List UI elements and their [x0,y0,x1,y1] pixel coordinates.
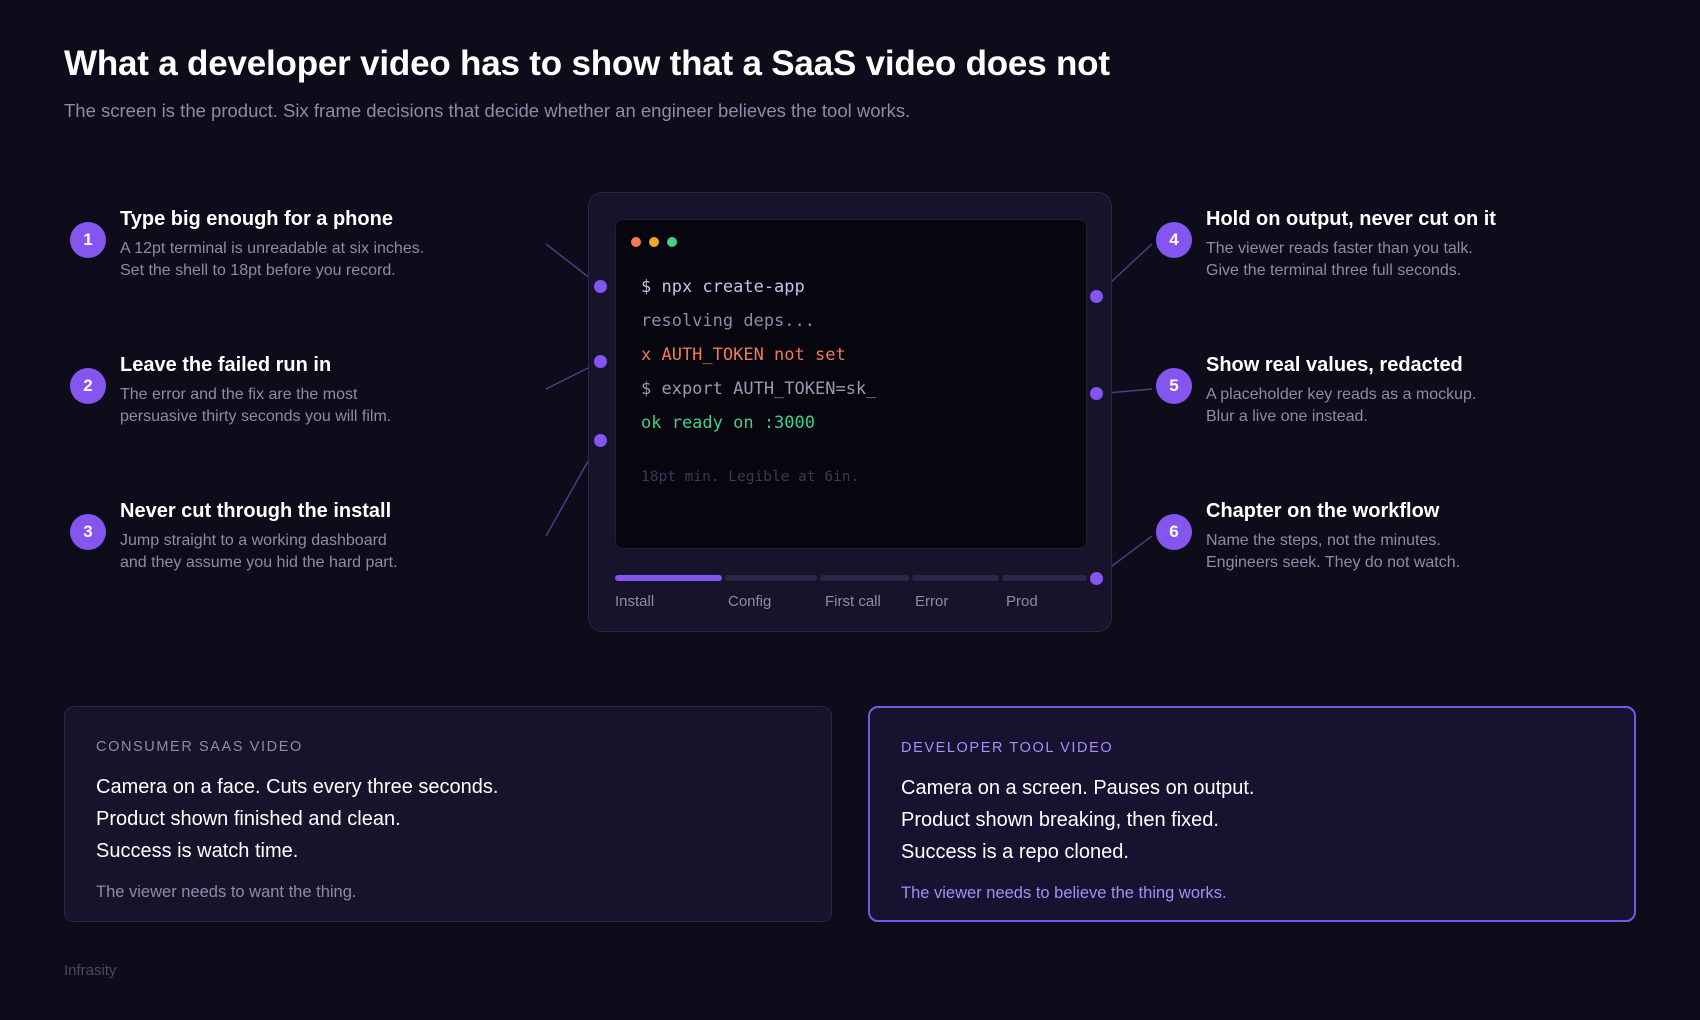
chapter-label-first-call[interactable]: First call [825,593,881,610]
callout-line: Blur a live one instead. [1206,408,1368,425]
pin-6 [1090,572,1103,585]
callout-description: A 12pt terminal is unreadable at six inc… [120,238,500,282]
developer-tool-card: DEVELOPER TOOL VIDEO Camera on a screen.… [868,706,1636,922]
card-footer: The viewer needs to believe the thing wo… [901,884,1227,902]
brand-logo: Infrasity [64,962,117,979]
callout-line: Engineers seek. They do not watch. [1206,554,1461,571]
pin-5 [1090,387,1103,400]
chapter-label-prod[interactable]: Prod [1006,593,1038,610]
terminal-line: resolving deps... [641,311,815,331]
window-dot-red-icon [631,237,641,247]
card-footer: The viewer needs to want the thing. [96,883,357,901]
callout-line: Jump straight to a working dashboard [120,532,387,549]
callout-number: 3 [70,514,106,550]
pin-1 [594,280,607,293]
callout-line: The error and the fix are the most [120,386,358,403]
chapter-label-install[interactable]: Install [615,593,654,610]
pin-3 [594,434,607,447]
card-tag: CONSUMER SAAS VIDEO [96,739,303,755]
card-line: Success is a repo cloned. [901,841,1129,863]
callout-line: A 12pt terminal is unreadable at six inc… [120,240,425,257]
window-dot-yellow-icon [649,237,659,247]
callout-title: Hold on output, never cut on it [1206,208,1496,230]
callout-description: Jump straight to a working dashboard and… [120,530,500,574]
callout-description: The viewer reads faster than you talk. G… [1206,238,1586,282]
chapter-bar-error[interactable] [912,575,999,581]
callout-number: 1 [70,222,106,258]
chapter-bar-install[interactable] [615,575,722,581]
callout-title: Never cut through the install [120,500,392,522]
card-line: Product shown finished and clean. [96,808,401,830]
callout-description: The error and the fix are the most persu… [120,384,500,428]
callout-line: Name the steps, not the minutes. [1206,532,1441,549]
chapter-label-config[interactable]: Config [728,593,771,610]
terminal-line: $ export AUTH_TOKEN=sk_ [641,379,877,399]
chapter-label-error[interactable]: Error [915,593,948,610]
consumer-saas-card: CONSUMER SAAS VIDEO Camera on a face. Cu… [64,706,832,922]
callout-number: 2 [70,368,106,404]
callout-title: Type big enough for a phone [120,208,393,230]
card-line: Product shown breaking, then fixed. [901,809,1219,831]
callout-line: persuasive thirty seconds you will film. [120,408,392,425]
video-frame: $ npx create-app resolving deps... x AUT… [588,192,1112,632]
pin-2 [594,355,607,368]
card-line: Success is watch time. [96,840,299,862]
terminal-window: $ npx create-app resolving deps... x AUT… [615,219,1087,549]
callout-description: Name the steps, not the minutes. Enginee… [1206,530,1586,574]
terminal-line: $ npx create-app [641,277,805,297]
chapter-bar-prod[interactable] [1002,575,1087,581]
card-line: Camera on a face. Cuts every three secon… [96,776,499,798]
callout-title: Show real values, redacted [1206,354,1463,376]
callout-number: 5 [1156,368,1192,404]
callout-line: Give the terminal three full seconds. [1206,262,1462,279]
window-dot-green-icon [667,237,677,247]
chapter-bar-first-call[interactable] [820,575,909,581]
terminal-line: ok ready on :3000 [641,413,815,433]
callout-title: Leave the failed run in [120,354,332,376]
callout-title: Chapter on the workflow [1206,500,1440,522]
callout-line: and they assume you hid the hard part. [120,554,398,571]
card-line: Camera on a screen. Pauses on output. [901,777,1255,799]
chapter-bar-config[interactable] [725,575,817,581]
terminal-note: 18pt min. Legible at 6in. [641,469,860,485]
callout-line: Set the shell to 18pt before you record. [120,262,396,279]
callout-number: 4 [1156,222,1192,258]
callout-number: 6 [1156,514,1192,550]
callout-line: The viewer reads faster than you talk. [1206,240,1473,257]
pin-4 [1090,290,1103,303]
card-tag: DEVELOPER TOOL VIDEO [901,740,1114,756]
callout-line: A placeholder key reads as a mockup. [1206,386,1477,403]
terminal-line: x AUTH_TOKEN not set [641,345,846,365]
callout-description: A placeholder key reads as a mockup. Blu… [1206,384,1586,428]
